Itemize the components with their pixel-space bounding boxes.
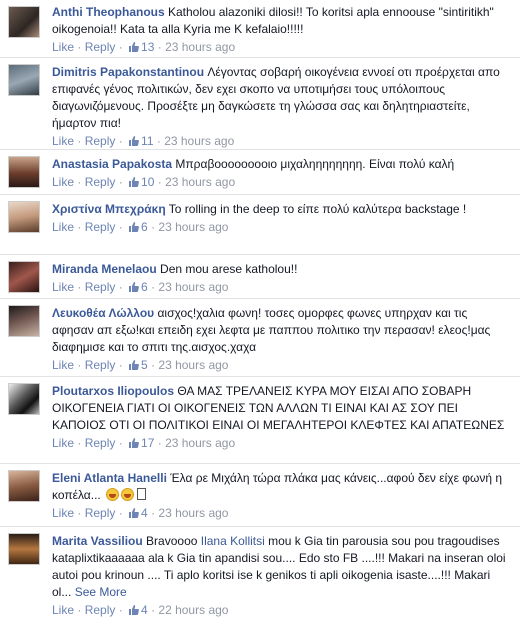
avatar[interactable] [8,156,40,188]
reply-button[interactable]: Reply [85,358,116,372]
thumbs-up-icon [129,177,139,187]
like-count[interactable]: 4 [126,506,148,520]
like-count[interactable]: 13 [126,40,154,54]
comment-item: Χριστίνα Μπεχράκη Το rolling in the deep… [0,195,520,255]
comment-meta: Like · Reply · 6 · 23 hours ago [52,280,229,294]
like-button[interactable]: Like [52,603,74,617]
timestamp[interactable]: 23 hours ago [165,175,235,189]
comment-text: Den mou arese katholou!! [160,262,298,276]
thumbs-up-icon [129,222,139,232]
reply-button[interactable]: Reply [85,134,116,148]
comment-text: Bravoooo [146,534,201,548]
comment-list: Anthi Theophanous Katholou alazoniki dil… [0,0,520,622]
comment-text: Το rolling in the deep το είπε πολύ καλύ… [168,202,467,216]
comment-meta: Like · Reply · 5 · 23 hours ago [52,358,229,372]
comment-author[interactable]: Λευκοθέα Λώλλου [52,306,154,320]
see-more-link[interactable]: See More [75,585,127,599]
like-count[interactable]: 10 [126,175,154,189]
comment-item: Λευκοθέα Λώλλου αισχος!χαλια φωνη! τοσες… [0,299,520,377]
like-button[interactable]: Like [52,175,74,189]
like-button[interactable]: Like [52,358,74,372]
comment-item: Miranda Menelaou Den mou arese katholou!… [0,255,520,299]
thumbs-up-icon [129,42,139,52]
thumbs-up-icon [129,360,139,370]
thumbs-up-icon [129,136,139,146]
comment-meta: Like · Reply · 17 · 23 hours ago [52,436,236,450]
comment-meta: Like · Reply · 4 · 23 hours ago [52,506,229,520]
comment-item: Anastasia Papakosta Μπραβοοοοοοοοιο μιχα… [0,150,520,195]
like-button[interactable]: Like [52,506,74,520]
like-count[interactable]: 11 [126,134,154,148]
thumbs-up-icon [129,508,139,518]
reply-button[interactable]: Reply [85,436,116,450]
timestamp[interactable]: 23 hours ago [158,280,228,294]
avatar[interactable] [8,305,40,337]
unknown-glyph-icon [137,488,147,500]
thumbs-up-icon [129,282,139,292]
reply-button[interactable]: Reply [85,280,116,294]
comment-author[interactable]: Miranda Menelaou [52,262,157,276]
comment-author[interactable]: Eleni Atlanta Hanelli [52,471,167,485]
avatar[interactable] [8,470,40,502]
avatar[interactable] [8,201,40,233]
timestamp[interactable]: 22 hours ago [158,603,228,617]
comment-text: Μπραβοοοοοοοοιο μιχαληηηηηηηη. Είναι πολ… [175,157,455,171]
thumbs-up-icon [129,438,139,448]
grinning-face-icon [121,488,135,501]
comment-meta: Like · Reply · 11 · 23 hours ago [52,134,235,148]
timestamp[interactable]: 23 hours ago [165,40,235,54]
comment-item: Dimitris Papakonstantinou Λέγοντας σοβαρ… [0,58,520,150]
like-button[interactable]: Like [52,436,74,450]
timestamp[interactable]: 23 hours ago [165,436,235,450]
avatar[interactable] [8,64,40,96]
avatar[interactable] [8,533,40,565]
reply-button[interactable]: Reply [85,220,116,234]
avatar[interactable] [8,6,40,38]
comment-author[interactable]: Marita Vassiliou [52,534,143,548]
comment-author[interactable]: Χριστίνα Μπεχράκη [52,202,166,216]
reply-button[interactable]: Reply [85,40,116,54]
comment-item: Eleni Atlanta Hanelli Έλα ρε Μιχάλη τώρα… [0,464,520,527]
timestamp[interactable]: 23 hours ago [158,506,228,520]
like-button[interactable]: Like [52,220,74,234]
comment-author[interactable]: Ploutarxos Iliopoulos [52,384,174,398]
comment-item: Ploutarxos Iliopoulos ΘΑ ΜΑΣ ΤΡΕΛΑΝΕΙΣ Κ… [0,377,520,464]
timestamp[interactable]: 23 hours ago [158,220,228,234]
comment-meta: Like · Reply · 6 · 23 hours ago [52,220,229,234]
comment-meta: Like · Reply · 10 · 23 hours ago [52,175,236,189]
reply-button[interactable]: Reply [85,175,116,189]
reply-button[interactable]: Reply [85,506,116,520]
comment-author[interactable]: Dimitris Papakonstantinou [52,65,204,79]
like-count[interactable]: 6 [126,280,148,294]
like-button[interactable]: Like [52,134,74,148]
timestamp[interactable]: 23 hours ago [158,358,228,372]
mention-link[interactable]: Ilana Kollitsi [201,534,265,548]
like-button[interactable]: Like [52,280,74,294]
reply-button[interactable]: Reply [85,603,116,617]
like-button[interactable]: Like [52,40,74,54]
comment-item: Marita Vassiliou Bravoooo Ilana Kollitsi… [0,527,520,622]
comment-item: Anthi Theophanous Katholou alazoniki dil… [0,0,520,58]
thumbs-up-icon [129,605,139,615]
like-count[interactable]: 17 [126,436,154,450]
comment-author[interactable]: Anastasia Papakosta [52,157,172,171]
like-count[interactable]: 4 [126,603,148,617]
avatar[interactable] [8,383,40,415]
comment-meta: Like · Reply · 4 · 22 hours ago [52,603,229,617]
grinning-face-icon [106,488,120,501]
comment-meta: Like · Reply · 13 · 23 hours ago [52,40,236,54]
like-count[interactable]: 6 [126,220,148,234]
timestamp[interactable]: 23 hours ago [164,134,234,148]
comment-author[interactable]: Anthi Theophanous [52,5,165,19]
avatar[interactable] [8,261,40,293]
like-count[interactable]: 5 [126,358,148,372]
